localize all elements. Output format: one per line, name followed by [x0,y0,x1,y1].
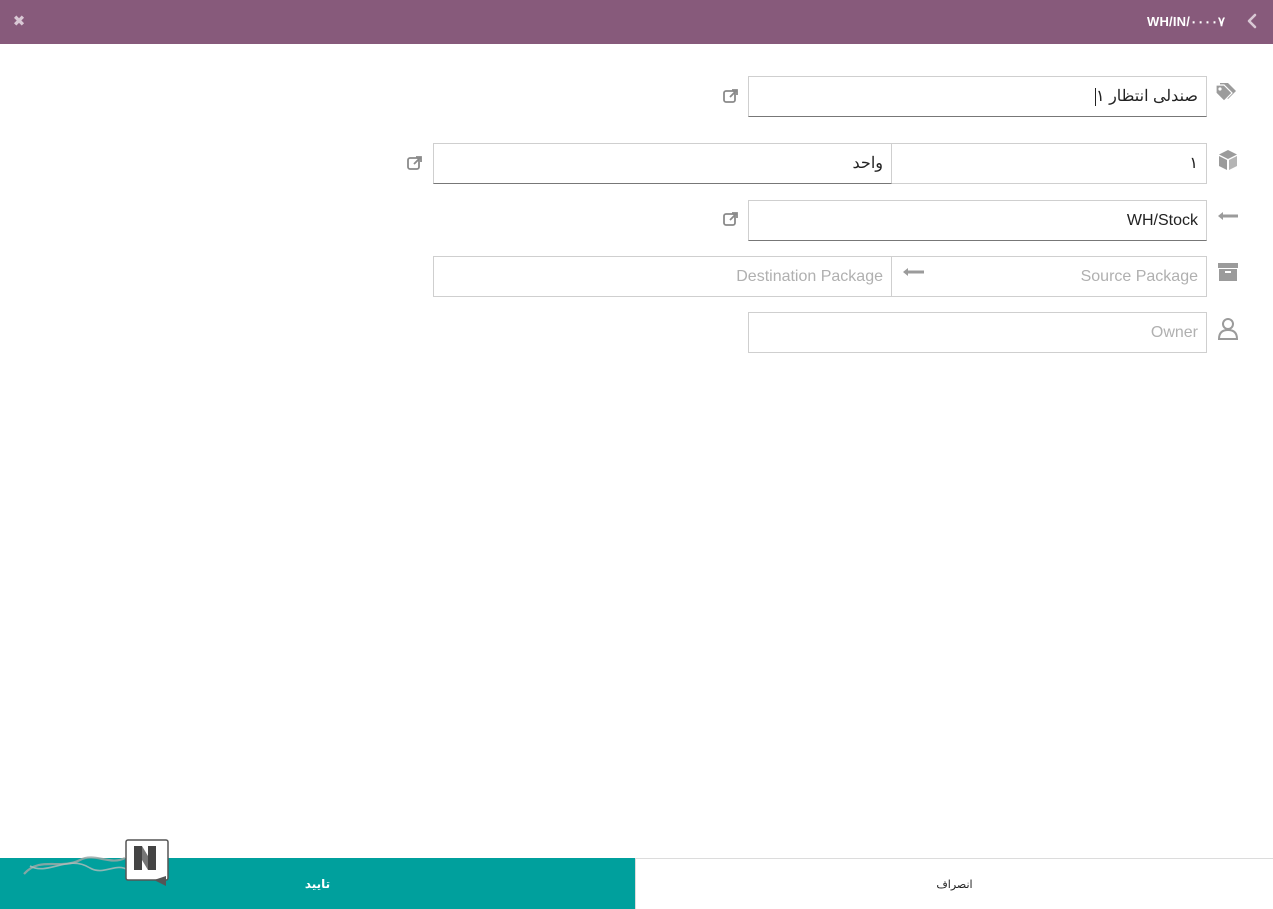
cube-icon [1215,147,1241,173]
external-link-icon[interactable] [406,154,424,172]
product-field[interactable]: صندلی انتظار ۱ [748,76,1207,117]
destination-package-field[interactable]: Destination Package [433,256,892,297]
cancel-button[interactable]: انصراف [635,858,1273,909]
external-link-icon[interactable] [722,210,740,228]
location-field[interactable]: WH/Stock [748,200,1207,241]
user-icon [1215,316,1241,342]
location-value: WH/Stock [1126,212,1198,229]
external-link-icon[interactable] [722,87,740,105]
destination-package-placeholder: Destination Package [736,268,883,285]
source-package-field[interactable]: Source Package [891,256,1207,297]
product-value: صندلی انتظار ۱ [1096,88,1198,105]
page-title: WH/IN/۰۰۰۰۷ [1147,14,1225,29]
uom-value: واحد [852,155,883,172]
close-icon[interactable]: ✖ [10,11,28,31]
quantity-field[interactable]: ۱ [891,143,1207,184]
owner-field[interactable]: Owner [748,312,1207,353]
dialog-header: ✖ WH/IN/۰۰۰۰۷ [0,0,1273,44]
uom-field[interactable]: واحد [433,143,892,184]
watermark-logo [20,836,170,886]
source-package-placeholder: Source Package [1080,268,1198,285]
arrow-left-icon [1215,203,1241,229]
chevron-left-icon[interactable] [1245,11,1259,31]
owner-placeholder: Owner [1150,324,1198,341]
tags-icon [1214,80,1240,106]
quantity-value: ۱ [1189,155,1198,172]
archive-icon [1215,259,1241,285]
arrow-left-icon [902,266,928,282]
